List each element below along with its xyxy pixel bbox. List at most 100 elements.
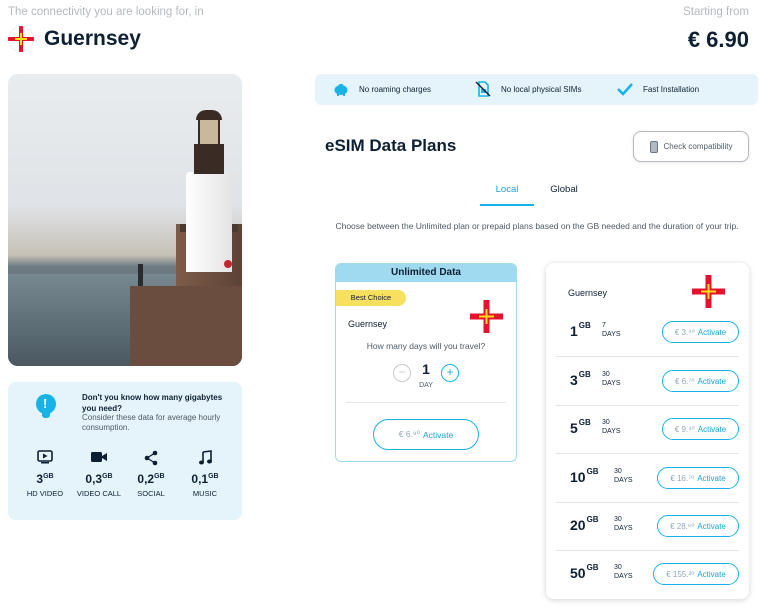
plan-days-label: DAYS <box>602 380 621 387</box>
activate-label: Activate <box>697 521 726 531</box>
info-subtext: Consider these data for average hourly c… <box>82 413 221 432</box>
play-icon <box>20 450 70 466</box>
plan-gb: 20 <box>570 517 586 533</box>
plan-activate-button[interactable]: € 28.⁶⁰ Activate <box>657 515 739 537</box>
tab-global[interactable]: Global <box>540 184 588 195</box>
plan-unit: GB <box>586 515 599 524</box>
piggy-bank-icon <box>333 81 349 97</box>
plan-unit: GB <box>586 563 599 572</box>
plan-price: € 6.⁷⁰ <box>675 376 695 386</box>
data-usage-info-card: ! Don't you know how many gigabytes you … <box>8 382 242 520</box>
usage-amount: 0,3 <box>85 472 103 486</box>
no-sim-icon <box>475 81 491 97</box>
usage-video-call: 0,3GB VIDEO CALL <box>74 450 124 498</box>
plan-row: 1 GB 7 DAYS € 3.⁴⁰ Activate <box>556 309 739 357</box>
share-icon <box>126 450 176 466</box>
unlimited-header: Unlimited Data <box>336 264 516 282</box>
plan-days-label: DAYS <box>602 331 621 338</box>
usage-amount: 0,2 <box>137 472 155 486</box>
lighthouse-photo <box>8 74 242 366</box>
plan-unit: GB <box>578 418 591 427</box>
plan-activate-button[interactable]: € 16.⁷⁰ Activate <box>657 467 739 489</box>
plan-days: 30 <box>602 419 610 426</box>
days-question: How many days will you travel? <box>366 341 486 351</box>
usage-unit: GB <box>208 473 219 480</box>
activate-label: Activate <box>697 327 727 337</box>
usage-unit: GB <box>43 473 54 480</box>
plan-activate-button[interactable]: € 3.⁴⁰ Activate <box>662 321 739 343</box>
guernsey-flag-icon <box>692 275 725 308</box>
activate-label: Activate <box>697 376 726 386</box>
activate-label: Activate <box>697 569 726 579</box>
plan-unit: GB <box>586 467 599 476</box>
decrease-days-button[interactable]: − <box>393 364 411 382</box>
plan-days: 30 <box>614 468 622 475</box>
plan-days: 7 <box>602 322 606 329</box>
plan-days: 30 <box>614 516 622 523</box>
plan-gb: 10 <box>570 469 586 485</box>
usage-music: 0,1GB MUSIC <box>180 450 230 498</box>
plan-price: € 16.⁷⁰ <box>670 473 695 483</box>
info-question: Don't you know how many gigabytes you ne… <box>82 393 223 413</box>
unlimited-plan-card: Unlimited Data Best Choice Guernsey How … <box>335 263 517 462</box>
plan-activate-button[interactable]: € 9.⁴⁰ Activate <box>662 418 739 440</box>
divider <box>346 402 506 403</box>
prepaid-plans-card: Guernsey 1 GB 7 DAYS € 3.⁴⁰ Activate 3 GB 30… <box>546 263 749 599</box>
compat-label: Check compatibility <box>663 142 733 151</box>
best-choice-badge: Best Choice <box>336 290 406 306</box>
unlimited-activate-button[interactable]: € 6.⁹⁰ Activate <box>373 419 479 450</box>
check-compatibility-button[interactable]: Check compatibility <box>633 131 749 162</box>
plan-row: 50 GB 30 DAYS € 155.²⁰ Activate <box>556 551 739 599</box>
country-title: Guernsey <box>44 27 141 50</box>
usage-hd-video: 3GB HD VIDEO <box>20 450 70 498</box>
activate-label: Activate <box>697 424 727 434</box>
video-camera-icon <box>74 450 124 466</box>
tagline: The connectivity you are looking for, in <box>8 6 204 18</box>
plan-gb: 3 <box>570 372 578 388</box>
increase-days-button[interactable]: + <box>441 364 459 382</box>
phone-icon <box>649 140 658 153</box>
plan-row: 3 GB 30 DAYS € 6.⁷⁰ Activate <box>556 358 739 406</box>
tab-local[interactable]: Local <box>480 184 534 195</box>
usage-unit: GB <box>102 473 113 480</box>
days-value: 1 <box>422 361 430 377</box>
usage-label: VIDEO CALL <box>76 489 122 498</box>
country-heading: Guernsey <box>8 26 141 52</box>
plan-activate-button[interactable]: € 155.²⁰ Activate <box>653 563 739 585</box>
starting-from-label: Starting from <box>683 6 749 18</box>
plan-days-label: DAYS <box>614 525 633 532</box>
feature-label: No local physical SIMs <box>501 84 582 94</box>
checkmark-icon <box>617 81 633 97</box>
usage-unit: GB <box>154 473 165 480</box>
plan-days-label: DAYS <box>602 428 621 435</box>
plan-price: € 155.²⁰ <box>666 569 695 579</box>
plan-gb: 1 <box>570 323 578 339</box>
plan-activate-button[interactable]: € 6.⁷⁰ Activate <box>662 370 739 392</box>
plans-description: Choose between the Unlimited plan or pre… <box>335 221 739 231</box>
usage-amount: 0,1 <box>191 472 209 486</box>
usage-label: SOCIAL <box>137 489 165 498</box>
plan-days-label: DAYS <box>614 573 633 580</box>
guernsey-flag-icon <box>470 300 503 333</box>
plan-price: € 3.⁴⁰ <box>674 327 695 337</box>
feature-no-physical-sim: No local physical SIMs <box>475 81 581 97</box>
features-bar: No roaming charges No local physical SIM… <box>315 74 758 105</box>
plans-title: eSIM Data Plans <box>325 136 457 155</box>
plan-gb: 50 <box>570 565 586 581</box>
plan-unit: GB <box>578 321 591 330</box>
prepaid-country: Guernsey <box>568 288 608 298</box>
usage-label: HD VIDEO <box>26 489 64 498</box>
feature-no-roaming: No roaming charges <box>333 81 431 97</box>
plan-gb: 5 <box>570 420 578 436</box>
plan-days-label: DAYS <box>614 477 633 484</box>
plan-row: 10 GB 30 DAYS € 16.⁷⁰ Activate <box>556 455 739 503</box>
activate-label: Activate <box>697 473 726 483</box>
feature-fast-installation: Fast Installation <box>617 81 699 97</box>
day-label: DAY <box>419 382 433 389</box>
plan-row: 20 GB 30 DAYS € 28.⁶⁰ Activate <box>556 503 739 551</box>
usage-social: 0,2GB SOCIAL <box>126 450 176 498</box>
plan-days: 30 <box>614 564 622 571</box>
active-tab-indicator <box>480 204 534 206</box>
usage-label: MUSIC <box>192 489 218 498</box>
guernsey-flag-icon <box>8 26 34 52</box>
